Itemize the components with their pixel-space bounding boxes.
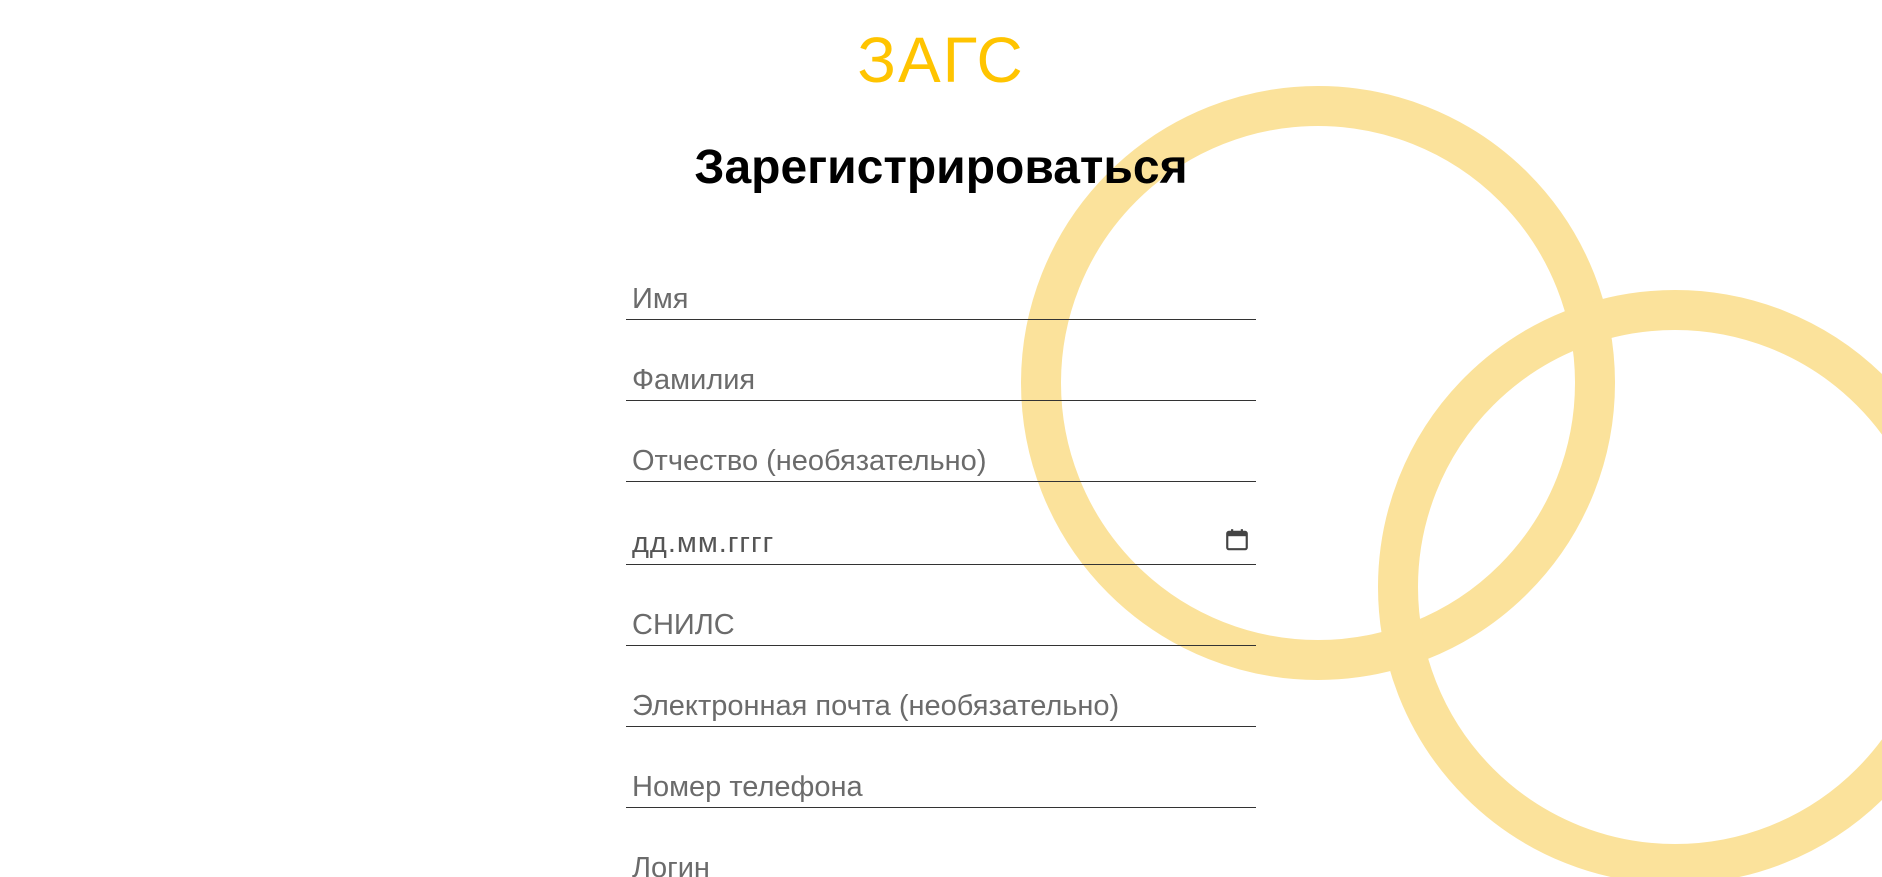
registration-form: дд.мм.гггг	[626, 270, 1256, 877]
last-name-field-wrapper	[626, 351, 1256, 401]
patronymic-field-wrapper	[626, 432, 1256, 482]
snils-field-wrapper	[626, 596, 1256, 646]
phone-field-wrapper	[626, 758, 1256, 808]
first-name-field-wrapper	[626, 270, 1256, 320]
snils-input[interactable]	[626, 596, 1256, 644]
email-field-wrapper	[626, 677, 1256, 727]
logo: ЗАГС	[857, 24, 1025, 96]
registration-page: ЗАГС Зарегистрироваться дд.мм.гггг	[0, 0, 1882, 877]
phone-input[interactable]	[626, 758, 1256, 806]
page-title: Зарегистрироваться	[694, 141, 1188, 194]
patronymic-input[interactable]	[626, 432, 1256, 480]
birthdate-field[interactable]: дд.мм.гггг	[626, 513, 1256, 565]
login-field-wrapper	[626, 839, 1256, 877]
decorative-ring-right	[1378, 290, 1882, 877]
birthdate-placeholder: дд.мм.гггг	[632, 527, 775, 559]
calendar-icon[interactable]	[1224, 527, 1250, 553]
email-input[interactable]	[626, 677, 1256, 725]
login-input[interactable]	[626, 839, 1256, 877]
last-name-input[interactable]	[626, 351, 1256, 399]
first-name-input[interactable]	[626, 270, 1256, 318]
